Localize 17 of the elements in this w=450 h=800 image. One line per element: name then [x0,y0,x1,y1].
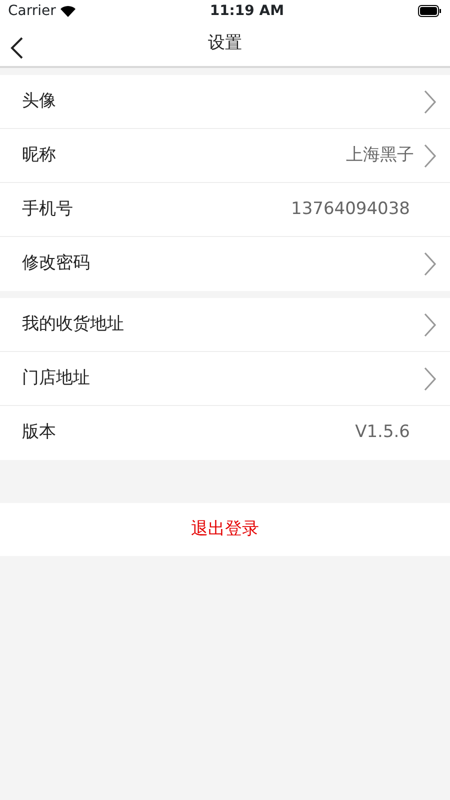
row-value: 13764094038 [291,198,410,221]
row-label: 手机号 [22,198,73,221]
row-label: 昵称 [22,144,56,167]
back-button[interactable] [10,35,24,59]
row-label: 修改密码 [22,252,90,276]
status-time: 11:19 AM [210,2,284,20]
page-title: 设置 [208,32,242,56]
row-label: 版本 [22,421,56,444]
row-value: V1.5.6 [355,421,410,444]
row-label: 头像 [22,90,56,113]
row-label: 我的收货地址 [22,312,124,336]
carrier-label: Carrier [8,2,56,20]
wifi-icon [60,5,76,17]
row-value: 上海黑子 [346,144,414,167]
battery-icon [418,5,442,17]
logout-button[interactable]: 退出登录 [0,503,450,556]
row-label: 门店地址 [22,366,90,390]
